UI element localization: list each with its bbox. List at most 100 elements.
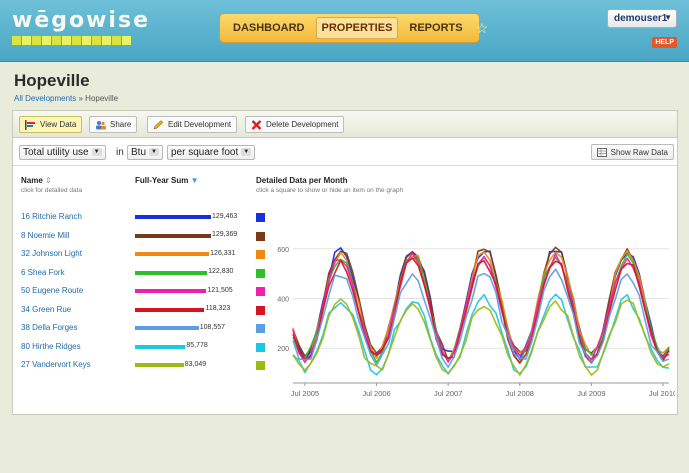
development-link[interactable]: 16 Ritchie Ranch <box>21 212 82 221</box>
view-data-button[interactable]: View Data <box>19 116 83 133</box>
series-toggle-swatch[interactable] <box>256 287 265 296</box>
sum-bar <box>135 252 210 256</box>
x-tick-label: Jul 2006 <box>362 389 390 398</box>
name-header-label: Name <box>21 176 43 185</box>
chevron-down-icon: ▼ <box>241 148 252 157</box>
main-nav: DASHBOARD PROPERTIES REPORTS ☆ <box>219 13 488 43</box>
metric-value: Total utility use <box>23 147 89 158</box>
sum-value: 129,369 <box>211 231 238 238</box>
page-title: Hopeville <box>14 71 90 90</box>
nav-properties[interactable]: PROPERTIES <box>315 17 399 39</box>
sort-icon: ⇕ <box>45 176 52 185</box>
sum-value: 85,778 <box>186 342 208 349</box>
toolbar: View Data Share Edit Development Delete … <box>13 111 677 138</box>
x-tick-label: Jul 2007 <box>434 389 462 398</box>
in-label: in <box>116 147 124 158</box>
help-button[interactable]: HELP <box>652 37 677 48</box>
sum-column-header[interactable]: Full-Year Sum ▼ <box>135 176 199 185</box>
series-toggle-swatch[interactable] <box>256 305 265 315</box>
pencil-icon <box>153 119 164 129</box>
y-tick-label: 200 <box>277 346 289 353</box>
data-panel: View Data Share Edit Development Delete … <box>12 110 678 415</box>
name-column-header[interactable]: Name ⇕ <box>21 176 52 185</box>
top-header: wēgowise DASHBOARD PROPERTIES REPORTS ☆ … <box>0 0 689 62</box>
x-tick-label: Jul 2010 <box>649 389 675 398</box>
chevron-down-icon: ▼ <box>664 13 672 22</box>
delete-x-icon <box>251 119 262 130</box>
sum-bar <box>135 289 207 293</box>
detail-column-header: Detailed Data per Month <box>256 176 348 185</box>
sort-desc-icon: ▼ <box>190 176 199 185</box>
development-link[interactable]: 38 Della Forges <box>21 323 77 332</box>
delete-development-button[interactable]: Delete Development <box>245 116 345 133</box>
show-raw-data-button[interactable]: Show Raw Data <box>590 144 674 160</box>
series-toggle-swatch[interactable] <box>256 213 265 222</box>
x-tick-label: Jul 2008 <box>506 389 534 398</box>
filter-bar: Total utility use ▼ in Btu ▼ per square fo… <box>13 138 677 166</box>
sum-bar <box>135 326 199 330</box>
series-toggle-swatch[interactable] <box>256 268 265 278</box>
development-link[interactable]: 80 Hirthe Ridges <box>21 342 81 351</box>
sum-value: 83,049 <box>184 360 207 368</box>
sum-value: 126,331 <box>210 249 236 257</box>
development-link[interactable]: 32 Johnson Light <box>21 249 82 258</box>
chart-icon <box>25 119 35 130</box>
series-toggle-swatch[interactable] <box>256 324 265 333</box>
normalize-value: per square foot <box>171 147 239 158</box>
series-toggle-swatch[interactable] <box>256 231 265 241</box>
y-tick-label: 600 <box>277 247 289 254</box>
series-line <box>292 298 670 376</box>
series-line <box>292 246 670 362</box>
x-tick-label: Jul 2009 <box>577 389 605 398</box>
share-label: Share <box>110 120 132 129</box>
development-link[interactable]: 27 Vandervort Keys <box>21 360 91 369</box>
view-data-label: View Data <box>40 120 77 129</box>
unit-select[interactable]: Btu ▼ <box>127 145 163 160</box>
development-link[interactable]: 8 Noemie Mill <box>21 231 69 240</box>
metric-select[interactable]: Total utility use ▼ <box>19 145 106 160</box>
breadcrumb: All Developments » Hopeville <box>14 94 118 103</box>
sum-bar <box>135 270 208 275</box>
series-toggle-swatch[interactable] <box>256 250 265 259</box>
development-link[interactable]: 50 Eugene Route <box>21 286 83 295</box>
chevron-down-icon: ▼ <box>149 148 159 157</box>
development-link[interactable]: 34 Green Rue <box>21 305 71 314</box>
normalize-select[interactable]: per square foot ▼ <box>167 145 256 160</box>
sum-value: 122,830 <box>208 268 234 275</box>
logo-text: wēgowise <box>12 8 150 33</box>
sum-header-label: Full-Year Sum <box>135 176 189 185</box>
edit-development-button[interactable]: Edit Development <box>147 116 238 133</box>
star-icon[interactable]: ☆ <box>476 20 489 37</box>
nav-reports[interactable]: REPORTS <box>404 18 467 38</box>
table-icon <box>596 147 607 157</box>
sum-bar <box>135 233 211 238</box>
logo-tiles <box>12 36 131 45</box>
series-toggle-swatch[interactable] <box>256 342 265 352</box>
series-toggle-swatch[interactable] <box>256 361 265 370</box>
breadcrumb-current: Hopeville <box>85 94 119 103</box>
sum-bar <box>135 215 211 219</box>
wegowise-logo[interactable]: wēgowise <box>12 8 150 45</box>
share-button[interactable]: Share <box>89 116 138 133</box>
breadcrumb-all-developments[interactable]: All Developments <box>14 94 76 103</box>
detail-column-hint: click a square to show or hide an item o… <box>256 187 404 194</box>
monthly-line-chart: 200 400 600 Jul 2005 Jul 2006 Jul 2007 Jul 200… <box>277 246 675 398</box>
sum-value: 129,463 <box>212 212 238 220</box>
user-menu[interactable]: demouser1 ▼ <box>607 9 677 28</box>
sum-bar <box>135 307 205 312</box>
x-tick-label: Jul 2005 <box>291 389 319 398</box>
delete-label: Delete Development <box>266 120 339 129</box>
series-line <box>292 247 670 361</box>
unit-value: Btu <box>131 147 147 158</box>
sum-bar <box>135 344 186 349</box>
nav-dashboard[interactable]: DASHBOARD <box>228 18 310 38</box>
people-icon <box>96 120 106 129</box>
sum-value: 108,557 <box>199 323 226 331</box>
name-column-hint: click for detailed data <box>21 187 83 194</box>
username: demouser1 <box>614 13 668 24</box>
development-link[interactable]: 6 Shea Fork <box>21 268 65 277</box>
sum-bar <box>135 363 184 367</box>
sum-value: 121,505 <box>207 286 233 294</box>
raw-data-label: Show Raw Data <box>610 147 668 157</box>
chevron-down-icon: ▼ <box>91 148 102 157</box>
